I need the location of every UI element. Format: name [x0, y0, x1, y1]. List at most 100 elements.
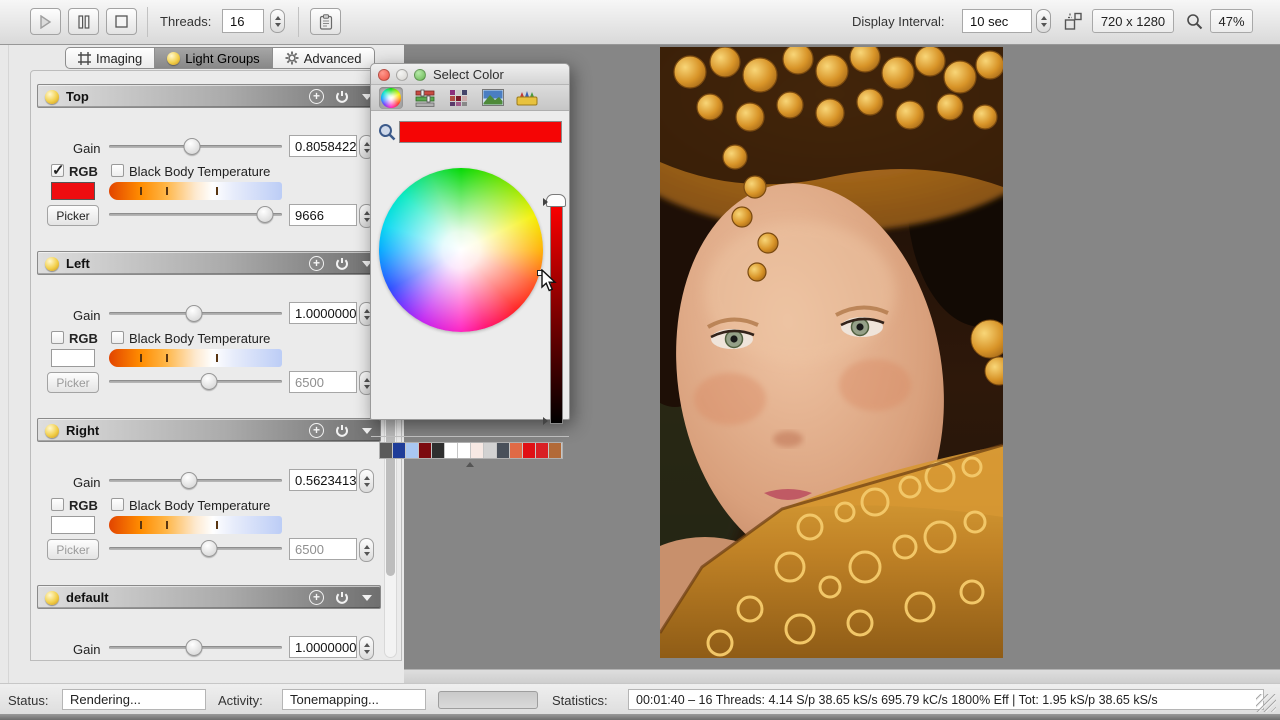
power-toggle-icon[interactable] — [334, 256, 350, 272]
group-header[interactable]: Top + — [37, 84, 381, 108]
bbt-checkbox[interactable] — [111, 331, 124, 344]
copy-to-clipboard-button[interactable] — [310, 8, 341, 35]
add-group-button[interactable]: + — [309, 256, 324, 271]
mode-image-palettes[interactable] — [481, 87, 505, 109]
slider-knob[interactable] — [201, 373, 218, 390]
gain-stepper[interactable] — [359, 469, 374, 493]
mode-color-wheel[interactable] — [379, 87, 403, 109]
resolution-display[interactable]: 720 x 1280 — [1092, 9, 1174, 33]
swatch[interactable] — [458, 443, 471, 458]
slider-knob[interactable] — [201, 540, 218, 557]
picker-button[interactable]: Picker — [47, 539, 99, 560]
gain-slider[interactable] — [109, 304, 282, 322]
pause-button[interactable] — [68, 8, 99, 35]
picker-button[interactable]: Picker — [47, 372, 99, 393]
bbt-gradient-bar — [109, 182, 282, 200]
power-toggle-icon[interactable] — [334, 89, 350, 105]
bbt-checkbox[interactable] — [111, 498, 124, 511]
resize-render-button[interactable] — [1064, 12, 1083, 34]
slider-knob[interactable] — [185, 305, 202, 322]
light-bulb-icon — [45, 257, 59, 271]
temperature-value[interactable]: 6500 — [289, 538, 357, 560]
minimize-button[interactable] — [396, 69, 408, 81]
swatch[interactable] — [380, 443, 393, 458]
color-wheel[interactable] — [379, 168, 543, 332]
play-button[interactable] — [30, 8, 61, 35]
stop-button[interactable] — [106, 8, 137, 35]
brightness-handle[interactable] — [546, 194, 566, 207]
gain-slider[interactable] — [109, 471, 282, 489]
mode-crayons[interactable] — [515, 87, 539, 109]
swatch[interactable] — [497, 443, 510, 458]
gain-value[interactable]: 0.5623413 — [289, 469, 357, 491]
temperature-stepper[interactable] — [359, 538, 374, 562]
slider-knob[interactable] — [180, 472, 197, 489]
temperature-value[interactable]: 6500 — [289, 371, 357, 393]
slider-knob[interactable] — [184, 138, 201, 155]
magnify-pick-button[interactable] — [378, 123, 396, 144]
rgb-checkbox[interactable] — [51, 331, 64, 344]
swatch-drawer-toggle[interactable] — [466, 462, 474, 467]
group-header[interactable]: Right + — [37, 418, 381, 442]
activity-value: Tonemapping... — [282, 689, 426, 710]
swatch[interactable] — [406, 443, 419, 458]
swatch[interactable] — [549, 443, 562, 458]
temperature-slider[interactable] — [109, 372, 282, 390]
power-toggle-icon[interactable] — [334, 423, 350, 439]
group-header[interactable]: default + — [37, 585, 381, 609]
tab-light-groups[interactable]: Light Groups — [155, 47, 272, 69]
slider-knob[interactable] — [256, 206, 273, 223]
swatch[interactable] — [393, 443, 406, 458]
mode-sliders[interactable] — [413, 87, 437, 109]
threads-input[interactable] — [222, 9, 264, 33]
swatch[interactable] — [484, 443, 497, 458]
picker-button[interactable]: Picker — [47, 205, 99, 226]
collapse-chevron-icon[interactable] — [362, 595, 372, 601]
rgb-checkbox[interactable]: ✓ — [51, 164, 64, 177]
temperature-slider[interactable] — [109, 205, 282, 223]
color-swatch[interactable] — [51, 349, 95, 367]
swatch[interactable] — [471, 443, 484, 458]
gain-slider[interactable] — [109, 638, 282, 656]
threads-stepper[interactable] — [270, 9, 285, 33]
stop-icon — [115, 15, 128, 28]
rgb-checkbox[interactable] — [51, 498, 64, 511]
add-group-button[interactable]: + — [309, 89, 324, 104]
zoom-window-button[interactable] — [414, 69, 426, 81]
swatch[interactable] — [523, 443, 536, 458]
swatch[interactable] — [419, 443, 432, 458]
bbt-checkbox[interactable] — [111, 164, 124, 177]
dialog-titlebar[interactable]: Select Color — [371, 64, 569, 85]
gain-stepper[interactable] — [359, 636, 374, 660]
group-header[interactable]: Left + — [37, 251, 381, 275]
display-interval-stepper[interactable] — [1036, 9, 1051, 33]
window-resize-grip[interactable] — [1256, 694, 1276, 712]
brightness-slider[interactable] — [550, 201, 563, 424]
gain-slider[interactable] — [109, 137, 282, 155]
swatch[interactable] — [536, 443, 549, 458]
slider-knob[interactable] — [185, 639, 202, 656]
display-interval-input[interactable] — [962, 9, 1032, 33]
collapse-chevron-icon[interactable] — [362, 428, 372, 434]
color-swatch[interactable] — [51, 182, 95, 200]
add-group-button[interactable]: + — [309, 423, 324, 438]
color-swatch[interactable] — [51, 516, 95, 534]
close-button[interactable] — [378, 69, 390, 81]
swatch[interactable] — [432, 443, 445, 458]
tab-advanced[interactable]: Advanced — [273, 47, 375, 69]
swatch[interactable] — [445, 443, 458, 458]
viewport-horizontal-scrollbar[interactable] — [404, 669, 1280, 683]
temperature-value[interactable]: 9666 — [289, 204, 357, 226]
light-groups-panel: Top + Gain 0.8058422 ✓ RGB Black Body Te… — [30, 70, 402, 661]
power-toggle-icon[interactable] — [334, 590, 350, 606]
swatch[interactable] — [510, 443, 523, 458]
zoom-button[interactable] — [1186, 13, 1203, 33]
tab-imaging[interactable]: Imaging — [65, 47, 155, 69]
gain-value[interactable]: 1.0000000 — [289, 636, 357, 658]
temperature-slider[interactable] — [109, 539, 282, 557]
zoom-level-display[interactable]: 47% — [1210, 9, 1253, 33]
gain-value[interactable]: 0.8058422 — [289, 135, 357, 157]
gain-value[interactable]: 1.0000000 — [289, 302, 357, 324]
mode-palettes[interactable] — [447, 87, 471, 109]
add-group-button[interactable]: + — [309, 590, 324, 605]
